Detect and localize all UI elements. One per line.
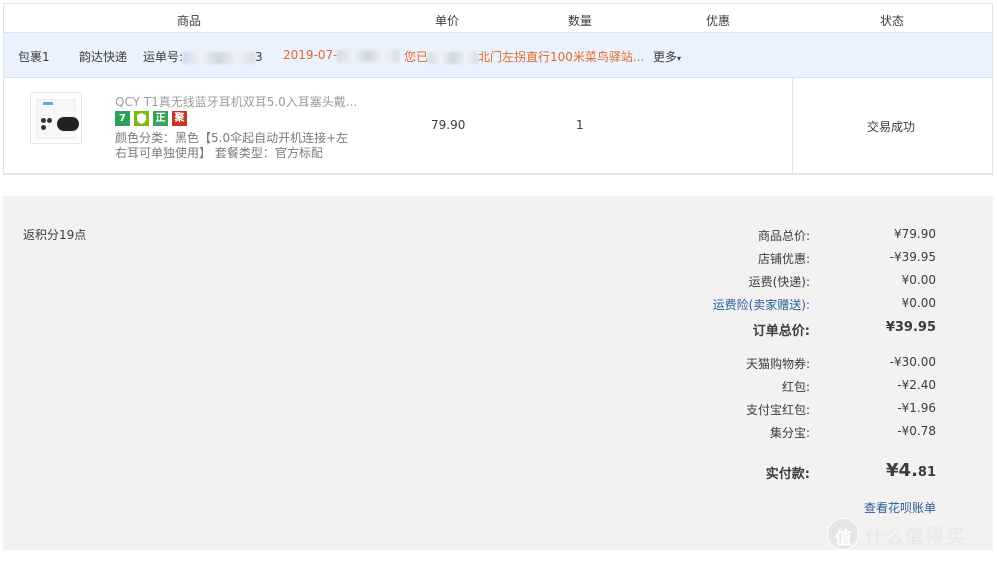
summary-value: -¥0.78	[897, 424, 936, 438]
order-item-row: QCY T1真无线蓝牙耳机双耳5.0入耳塞头戴... 7 正 聚 颜色分类：黑色…	[3, 78, 993, 175]
more-label: 更多	[653, 50, 678, 64]
earbud-dot	[47, 118, 52, 123]
logistics-date[interactable]: 2019-07-	[283, 48, 400, 62]
summary-label: 集分宝:	[769, 426, 810, 440]
juhuasuan-badge[interactable]: 聚	[172, 111, 187, 126]
table-header: 商品 单价 数量 优惠 状态	[3, 3, 993, 32]
earbud-dot	[41, 118, 46, 123]
product-title[interactable]: QCY T1真无线蓝牙耳机双耳5.0入耳塞头戴...	[115, 93, 365, 110]
watermark-text: 什么值得买	[865, 526, 966, 548]
summary-label: 订单总价:	[752, 324, 810, 339]
actual-payment-value: ¥4.81	[886, 460, 936, 481]
tracking-number: 运单号: 3	[143, 48, 263, 65]
box-tag	[43, 102, 53, 105]
chevron-down-icon: ▾	[677, 54, 682, 63]
product-attributes: 颜色分类：黑色【5.0伞起自动开机连接+左 右耳可单独使用】 套餐类型：官方标配	[115, 131, 355, 161]
summary-row-shop-discount: 店铺优惠: -¥39.95	[3, 250, 993, 268]
product-box-image	[36, 99, 79, 139]
header-discount: 优惠	[706, 14, 731, 28]
summary-value: ¥0.00	[901, 273, 936, 287]
header-unit-price: 单价	[435, 14, 460, 28]
summary-row-shipping: 运费(快递): ¥0.00	[3, 273, 993, 291]
watermark-glyph: 值	[835, 529, 852, 549]
summary-row-tmall-coupon: 天猫购物券: -¥30.00	[3, 355, 993, 373]
summary-label: 天猫购物券:	[745, 357, 810, 371]
tracking-label: 运单号:	[143, 50, 184, 64]
seven-day-return-badge[interactable]: 7	[115, 111, 130, 126]
badge-text: 7	[119, 113, 126, 124]
column-divider	[792, 78, 793, 173]
earbud-dot	[41, 125, 46, 130]
summary-row-shipping-insurance: 运费险(卖家赠送): ¥0.00	[3, 296, 993, 314]
product-thumbnail[interactable]	[30, 92, 82, 144]
payment-integer: ¥4.	[886, 460, 918, 481]
summary-value: ¥79.90	[894, 227, 936, 241]
redacted-tracking	[183, 51, 256, 64]
earbud-case	[57, 117, 79, 131]
summary-label: 红包:	[781, 380, 810, 394]
summary-value: -¥30.00	[889, 355, 936, 369]
shield-badge-icon[interactable]	[134, 111, 149, 126]
message-suffix: 北门左拐直行100米菜鸟驿站...	[478, 50, 645, 64]
shield-icon	[137, 113, 146, 124]
order-summary: 返积分19点 商品总价: ¥79.90 店铺优惠: -¥39.95 运费(快递)…	[3, 196, 993, 550]
tracking-suffix: 3	[255, 50, 263, 64]
summary-label: 运费(快递):	[748, 275, 810, 289]
summary-label: 店铺优惠:	[757, 252, 810, 266]
summary-row-order-total: 订单总价: ¥39.95	[3, 320, 993, 339]
shipping-insurance-link[interactable]: 运费险(卖家赠送):	[713, 296, 810, 313]
badge-text: 聚	[174, 113, 185, 124]
summary-row-subtotal: 商品总价: ¥79.90	[3, 227, 993, 245]
carrier-name: 韵达快递	[79, 50, 128, 64]
payment-decimal: 81	[917, 465, 936, 480]
huabei-bill-link[interactable]: 查看花呗账单	[864, 499, 936, 516]
summary-row-red-packet: 红包: -¥2.40	[3, 378, 993, 396]
more-button[interactable]: 更多▾	[653, 48, 681, 65]
summary-value: ¥0.00	[901, 296, 936, 310]
summary-value: -¥1.96	[897, 401, 936, 415]
redacted-message	[428, 51, 479, 64]
package-label: 包裹1	[18, 50, 50, 64]
unit-price: 79.90	[431, 118, 466, 132]
summary-label: 商品总价:	[757, 229, 810, 243]
logistics-message[interactable]: 您已 北门左拐直行100米菜鸟驿站...	[404, 48, 644, 65]
badge-text: 正	[155, 113, 166, 124]
header-quantity: 数量	[568, 14, 593, 28]
actual-payment-label: 实付款:	[765, 467, 810, 482]
summary-value: -¥2.40	[897, 378, 936, 392]
message-prefix: 您已	[404, 50, 429, 64]
summary-row-jifenbao: 集分宝: -¥0.78	[3, 424, 993, 442]
attribute-line: 右耳可单独使用】 套餐类型：官方标配	[115, 146, 323, 160]
header-product: 商品	[177, 14, 202, 28]
summary-value: -¥39.95	[889, 250, 936, 264]
summary-row-alipay-red-packet: 支付宝红包: -¥1.96	[3, 401, 993, 419]
summary-label: 支付宝红包:	[745, 403, 810, 417]
redacted-date	[337, 49, 400, 62]
attribute-line: 颜色分类：黑色【5.0伞起自动开机连接+左	[115, 131, 349, 145]
summary-value: ¥39.95	[885, 320, 936, 335]
quantity: 1	[576, 118, 584, 132]
genuine-badge[interactable]: 正	[153, 111, 168, 126]
package-bar: 包裹1 韵达快递 运单号: 3 2019-07- 您已 北门左拐直行100米菜鸟驿站…	[3, 32, 993, 78]
date-prefix: 2019-07-	[283, 48, 338, 62]
order-status: 交易成功	[867, 120, 916, 134]
watermark-logo: 值	[827, 518, 859, 550]
header-status: 状态	[880, 14, 905, 28]
summary-row-actual-payment: 实付款: ¥4.81	[3, 460, 993, 484]
